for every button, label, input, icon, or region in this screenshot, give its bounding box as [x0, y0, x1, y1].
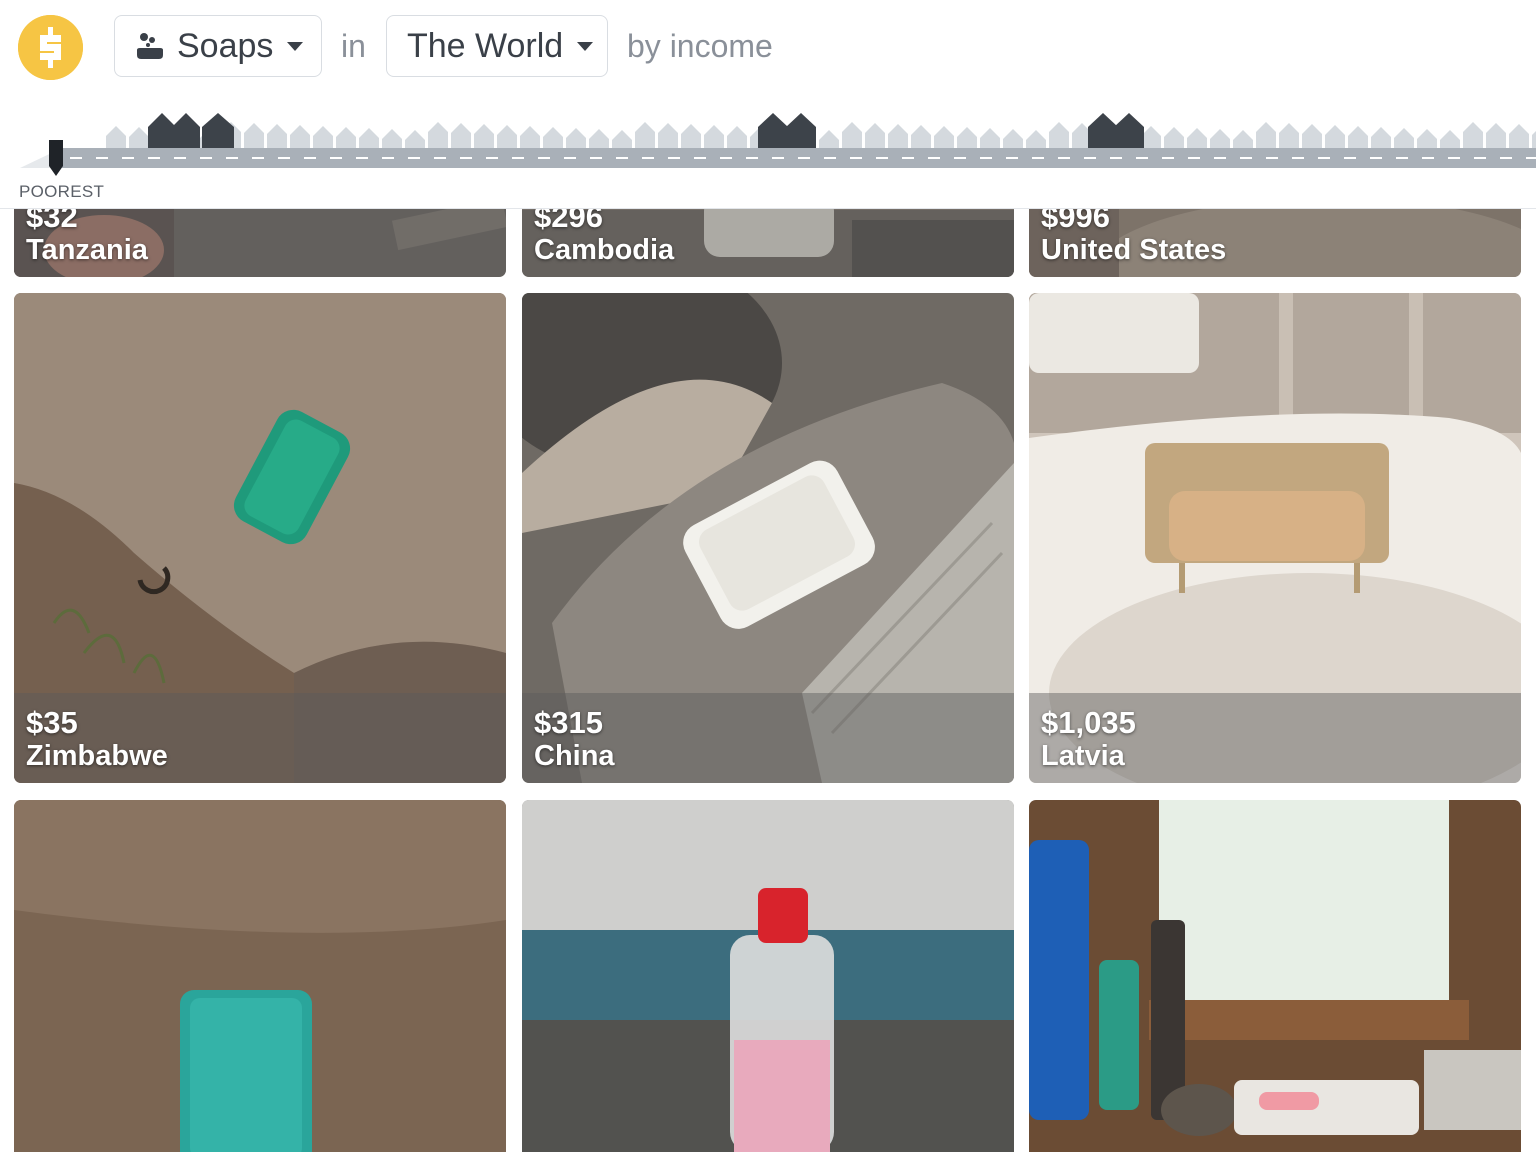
soap-bubbles-icon: [137, 33, 163, 59]
street-house-icon: [1233, 130, 1253, 148]
sort-suffix: by income: [627, 28, 773, 64]
tile-photo: [522, 800, 1014, 1152]
region-label: The World: [407, 26, 564, 65]
street-house-icon: [1256, 122, 1276, 148]
tile-china[interactable]: $315 China: [522, 293, 1014, 783]
street-house-icon: [1325, 125, 1345, 148]
street-house-icon: [129, 127, 149, 148]
dollar-street-logo-icon[interactable]: [18, 15, 83, 80]
tile-photo: [1029, 800, 1521, 1152]
tile-latvia[interactable]: $1,035 Latvia: [1029, 293, 1521, 783]
street-house-icon: [1187, 128, 1207, 148]
street-house-icon: [451, 123, 471, 148]
connector-in: in: [341, 28, 366, 64]
street-house-icon: [1440, 130, 1460, 148]
street-house-icon: [1302, 124, 1322, 148]
street-house-icon: [359, 128, 379, 148]
street-house-icon: [1003, 129, 1023, 148]
street-house-icon: [1532, 131, 1536, 148]
street-house-icon: [313, 126, 333, 148]
street-house-icon: [497, 125, 517, 148]
street-house-icon: [865, 123, 885, 148]
tile-country: Latvia: [1041, 740, 1125, 772]
street-house-icon: [1509, 124, 1529, 148]
street-house-icon: [543, 127, 563, 148]
street-house-icon: [589, 129, 609, 148]
chevron-down-icon: [577, 41, 594, 51]
street-house-icon: [957, 127, 977, 148]
street-house-icon: [428, 122, 448, 148]
tile-row3-col1[interactable]: [14, 800, 506, 1152]
tile-row3-col3[interactable]: [1029, 800, 1521, 1152]
street-house-icon: [980, 128, 1000, 148]
region-dropdown[interactable]: The World: [386, 15, 608, 77]
street-house-icon: [819, 130, 839, 148]
street-house-icon: [1049, 122, 1069, 148]
tile-country: United States: [1041, 234, 1227, 266]
topic-label: Soaps: [177, 26, 274, 65]
tile-caption: $315 China: [522, 693, 1014, 783]
street-house-icon: [474, 124, 494, 148]
tile-row3-col2[interactable]: [522, 800, 1014, 1152]
tile-photo: [14, 800, 506, 1152]
tile-caption: $1,035 Latvia: [1029, 693, 1521, 783]
income-marker-handle[interactable]: [48, 140, 64, 178]
tile-country: Tanzania: [26, 234, 148, 266]
tile-country: Zimbabwe: [26, 740, 168, 772]
street-house-icon: [1210, 129, 1230, 148]
tile-income: $35: [26, 705, 78, 740]
street-house-icon: [612, 130, 632, 148]
street-house-icon: [290, 125, 310, 148]
header: Soaps in The World by income POOREST: [0, 0, 1536, 209]
street-house-icon: [635, 122, 655, 148]
street-house-icon: [336, 127, 356, 148]
street-house-icon: [1026, 130, 1046, 148]
income-street[interactable]: [0, 100, 1536, 175]
street-house-icon: [382, 129, 402, 148]
street-house-icon: [934, 126, 954, 148]
tile-income: $315: [534, 705, 603, 740]
street-house-icon: [244, 123, 264, 148]
street-house-icon: [727, 126, 747, 148]
street-house-icon: [1394, 128, 1414, 148]
street-house-icon: [520, 126, 540, 148]
street-house-icon: [681, 124, 701, 148]
tile-country: China: [534, 740, 615, 772]
street-house-icon: [911, 125, 931, 148]
street-house-icon: [1371, 127, 1391, 148]
chevron-down-icon: [287, 41, 304, 51]
tile-zimbabwe[interactable]: $35 Zimbabwe: [14, 293, 506, 783]
street-house-icon: [1279, 123, 1299, 148]
street-house-icon: [704, 125, 724, 148]
street-house-icon: [888, 124, 908, 148]
street-house-icon: [658, 123, 678, 148]
street-house-icon: [267, 124, 287, 148]
street-house-icon: [842, 122, 862, 148]
tile-caption: $35 Zimbabwe: [14, 693, 506, 783]
street-house-icon: [1348, 126, 1368, 148]
street-house-icon: [106, 126, 126, 148]
street-house-icon: [1486, 123, 1506, 148]
street-house-icon: [1417, 129, 1437, 148]
street-house-icon: [566, 128, 586, 148]
poorest-label: POOREST: [19, 182, 105, 201]
street-house-icon: [1463, 122, 1483, 148]
tile-income: $1,035: [1041, 705, 1136, 740]
topic-dropdown[interactable]: Soaps: [114, 15, 322, 77]
tile-country: Cambodia: [534, 234, 675, 266]
street-house-icon: [1164, 127, 1184, 148]
street-house-icon: [405, 130, 425, 148]
